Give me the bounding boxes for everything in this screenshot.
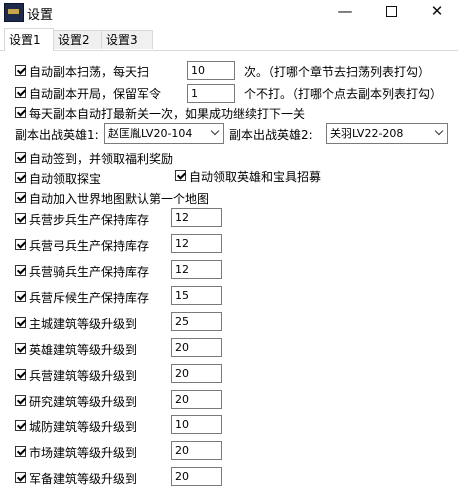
- building-row-checkbox[interactable]: [15, 395, 26, 406]
- hero1-select[interactable]: 赵匡胤LV20-104: [104, 123, 224, 144]
- window-title: 设置: [27, 8, 54, 23]
- tab-settings-1[interactable]: 设置1: [4, 28, 54, 51]
- signin-label: 自动签到，并领取福利奖励: [29, 152, 174, 166]
- building-row-label: 城防建筑等级升级到: [29, 420, 138, 434]
- sweep-count-input[interactable]: 10: [187, 61, 235, 80]
- tab-settings-2[interactable]: 设置2: [53, 30, 103, 49]
- barracks-row-input[interactable]: 12: [171, 260, 222, 279]
- building-row-checkbox[interactable]: [15, 369, 26, 380]
- barracks-row-input[interactable]: 12: [171, 234, 222, 253]
- building-row-label: 研究建筑等级升级到: [29, 395, 138, 409]
- sweep-note: 次。（打哪个章节去扫荡列表打勾）: [244, 65, 431, 79]
- building-row-input[interactable]: 20: [171, 390, 222, 409]
- sweep-checkbox[interactable]: [15, 65, 26, 76]
- hero1-label: 副本出战英雄1:: [15, 128, 99, 142]
- building-row-checkbox[interactable]: [15, 446, 26, 457]
- barracks-row-input[interactable]: 15: [171, 286, 222, 305]
- building-row-checkbox[interactable]: [15, 317, 26, 328]
- barracks-row-label: 兵营骑兵生产保持库存: [29, 265, 150, 279]
- building-row-label: 市场建筑等级升级到: [29, 446, 138, 460]
- barracks-row-checkbox[interactable]: [15, 239, 26, 250]
- building-row-input[interactable]: 10: [171, 415, 222, 434]
- open-note: 个不打。（打哪个点去副本列表打勾）: [244, 87, 443, 101]
- signin-checkbox[interactable]: [15, 152, 26, 163]
- building-row-input[interactable]: 20: [171, 364, 222, 383]
- building-row-label: 兵营建筑等级升级到: [29, 369, 138, 383]
- hero1-value: 赵匡胤LV20-104: [108, 127, 193, 140]
- tab-settings-3[interactable]: 设置3: [101, 30, 153, 49]
- open-checkbox[interactable]: [15, 87, 26, 98]
- daily-latest-label: 每天副本自动打最新关一次，如果成功继续打下一关: [29, 107, 306, 121]
- hero-recruit-label: 自动领取英雄和宝具招募: [189, 170, 322, 184]
- maximize-button[interactable]: [368, 0, 414, 24]
- maximize-icon: [385, 6, 397, 17]
- open-label: 自动副本开局，保留军令: [29, 87, 162, 101]
- hero2-value: 关羽LV22-208: [330, 127, 404, 140]
- chevron-down-icon: [210, 126, 220, 136]
- barracks-row-checkbox[interactable]: [15, 291, 26, 302]
- hero-recruit-checkbox[interactable]: [175, 170, 186, 181]
- worldmap-checkbox[interactable]: [15, 192, 26, 203]
- worldmap-label: 自动加入世界地图默认第一个地图: [29, 192, 210, 206]
- barracks-row-input[interactable]: 12: [171, 208, 222, 227]
- treasure-label: 自动领取探宝: [29, 172, 102, 186]
- hero2-select[interactable]: 关羽LV22-208: [326, 123, 448, 144]
- minimize-button[interactable]: —: [322, 0, 368, 24]
- building-row-label: 主城建筑等级升级到: [29, 317, 138, 331]
- building-row-input[interactable]: 20: [171, 338, 222, 357]
- barracks-row-label: 兵营斥候生产保持库存: [29, 291, 150, 305]
- hero2-label: 副本出战英雄2:: [229, 128, 313, 142]
- barracks-row-checkbox[interactable]: [15, 265, 26, 276]
- barracks-row-label: 兵营弓兵生产保持库存: [29, 239, 150, 253]
- minimize-icon: —: [337, 2, 353, 20]
- building-row-checkbox[interactable]: [15, 472, 26, 483]
- barracks-row-label: 兵营步兵生产保持库存: [29, 213, 150, 227]
- close-button[interactable]: ✕: [414, 0, 458, 24]
- building-row-input[interactable]: 20: [171, 467, 222, 486]
- building-row-label: 英雄建筑等级升级到: [29, 343, 138, 357]
- building-row-checkbox[interactable]: [15, 343, 26, 354]
- app-icon: [4, 3, 24, 22]
- treasure-checkbox[interactable]: [15, 172, 26, 183]
- barracks-row-checkbox[interactable]: [15, 213, 26, 224]
- reserve-orders-input[interactable]: 1: [187, 84, 235, 103]
- sweep-label: 自动副本扫荡，每天扫: [29, 65, 150, 79]
- daily-latest-checkbox[interactable]: [15, 107, 26, 118]
- chevron-down-icon: [434, 126, 444, 136]
- building-row-checkbox[interactable]: [15, 420, 26, 431]
- building-row-input[interactable]: 25: [171, 312, 222, 331]
- close-icon: ✕: [430, 2, 444, 20]
- building-row-input[interactable]: 20: [171, 441, 222, 460]
